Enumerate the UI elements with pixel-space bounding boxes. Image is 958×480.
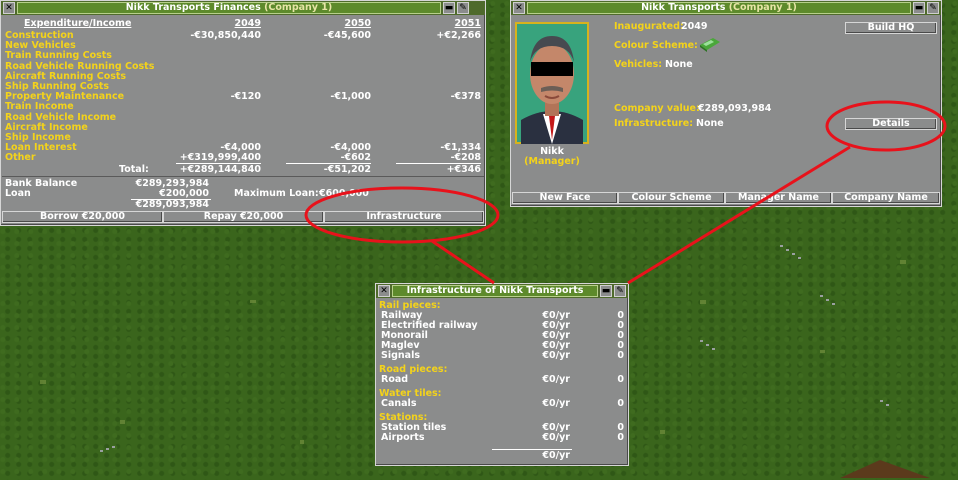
finances-title[interactable]: Nikk Transports Finances (Company 1)	[17, 2, 441, 14]
company-value: €289,093,984	[698, 103, 772, 114]
inaugurated-label: Inaugurated:	[614, 21, 684, 32]
finance-row-value-2049: +€319,999,400	[179, 152, 261, 164]
company-window: ✕ Nikk Transports (Company 1) ▬ ✎ Nikk (…	[510, 0, 942, 207]
infra-item-cost: €0/yr	[542, 398, 570, 409]
infra-item-label: Airports	[381, 432, 425, 443]
expenditure-income-header: Expenditure/Income	[24, 18, 132, 29]
total-2051: +€346	[446, 164, 481, 175]
loan-label: Loan	[5, 188, 31, 199]
inaugurated-value: 2049	[681, 21, 708, 32]
finance-row-value-2050: -€602	[340, 152, 371, 164]
year-2050-header: 2050	[344, 18, 371, 29]
company-value-label: Company value:	[614, 103, 700, 114]
company-name-button[interactable]: Company Name	[832, 192, 940, 204]
finances-window: ✕ Nikk Transports Finances (Company 1) ▬…	[0, 0, 486, 226]
net-value: €289,093,984	[135, 199, 209, 210]
borrow-button[interactable]: Borrow €20,000	[2, 211, 163, 223]
repay-button[interactable]: Repay €20,000	[163, 211, 324, 223]
close-icon[interactable]: ✕	[3, 2, 15, 14]
total-label: Total:	[119, 164, 149, 175]
sticky-pin-icon[interactable]: ✎	[457, 2, 469, 14]
sticky-pin-icon[interactable]: ✎	[614, 285, 626, 297]
finance-row-label: Train Income	[5, 101, 74, 113]
manager-face-portrait	[515, 22, 589, 144]
infra-item-label: Signals	[381, 350, 420, 361]
max-loan-label: Maximum Loan:	[234, 188, 319, 199]
vehicles-value: None	[665, 59, 693, 70]
details-button[interactable]: Details	[845, 118, 937, 130]
infra-item-count: 0	[617, 398, 624, 409]
sticky-pin-icon[interactable]: ✎	[927, 2, 939, 14]
infrastructure-label: Infrastructure:	[614, 118, 694, 129]
infrastructure-window: ✕ Infrastructure of Nikk Transports ▬ ✎ …	[375, 283, 629, 466]
infra-item-count: 0	[617, 350, 624, 361]
finance-row-label: Other	[5, 152, 36, 164]
infra-item-label: Road	[381, 374, 409, 385]
year-2051-header: 2051	[454, 18, 481, 29]
infra-item-cost: €0/yr	[542, 374, 570, 385]
infrastructure-value: None	[696, 118, 724, 129]
vehicles-label: Vehicles:	[614, 59, 663, 70]
infrastructure-title[interactable]: Infrastructure of Nikk Transports	[392, 285, 598, 297]
finance-row-label: Train Running Costs	[5, 50, 112, 62]
finance-row-value-2050: -€45,600	[323, 30, 371, 41]
finance-row-value-2051: -€378	[450, 91, 481, 103]
infra-item-cost: €0/yr	[542, 350, 570, 361]
colour-scheme-button[interactable]: Colour Scheme	[618, 192, 725, 204]
infra-item-count: 0	[617, 374, 624, 385]
loan-value: €200,000	[159, 188, 209, 199]
colour-scheme-label: Colour Scheme:	[614, 40, 698, 51]
manager-role: (Manager)	[524, 156, 580, 167]
close-icon[interactable]: ✕	[378, 285, 390, 297]
shade-icon[interactable]: ▬	[913, 2, 925, 14]
finances-titlebar: ✕ Nikk Transports Finances (Company 1) ▬…	[1, 1, 485, 15]
company-title[interactable]: Nikk Transports (Company 1)	[527, 2, 911, 14]
infra-item-count: 0	[617, 432, 624, 443]
infra-item-cost: €0/yr	[542, 432, 570, 443]
max-loan-value: €600,000	[319, 188, 369, 199]
finance-row-value-2051: +€2,266	[436, 30, 481, 41]
finance-row-value-2051: -€208	[450, 152, 481, 164]
build-hq-button[interactable]: Build HQ	[845, 22, 937, 34]
close-icon[interactable]: ✕	[513, 2, 525, 14]
bus-icon	[700, 38, 720, 52]
total-2050: -€51,202	[323, 164, 371, 175]
infra-item-label: Canals	[381, 398, 417, 409]
finance-row-value-2050: -€1,000	[330, 91, 371, 103]
total-2049: +€289,144,840	[179, 164, 261, 175]
finance-row-value-2049: -€120	[230, 91, 261, 103]
infra-total-cost: €0/yr	[542, 450, 570, 461]
shade-icon[interactable]: ▬	[443, 2, 455, 14]
company-titlebar: ✕ Nikk Transports (Company 1) ▬ ✎	[511, 1, 941, 15]
new-face-button[interactable]: New Face	[512, 192, 618, 204]
infrastructure-button[interactable]: Infrastructure	[324, 211, 484, 223]
manager-name-button[interactable]: Manager Name	[725, 192, 832, 204]
finance-row-value-2049: -€30,850,440	[190, 30, 261, 41]
balance-separator	[2, 176, 484, 177]
infrastructure-titlebar: ✕ Infrastructure of Nikk Transports ▬ ✎	[376, 284, 628, 298]
shade-icon[interactable]: ▬	[600, 285, 612, 297]
year-2049-header: 2049	[234, 18, 261, 29]
